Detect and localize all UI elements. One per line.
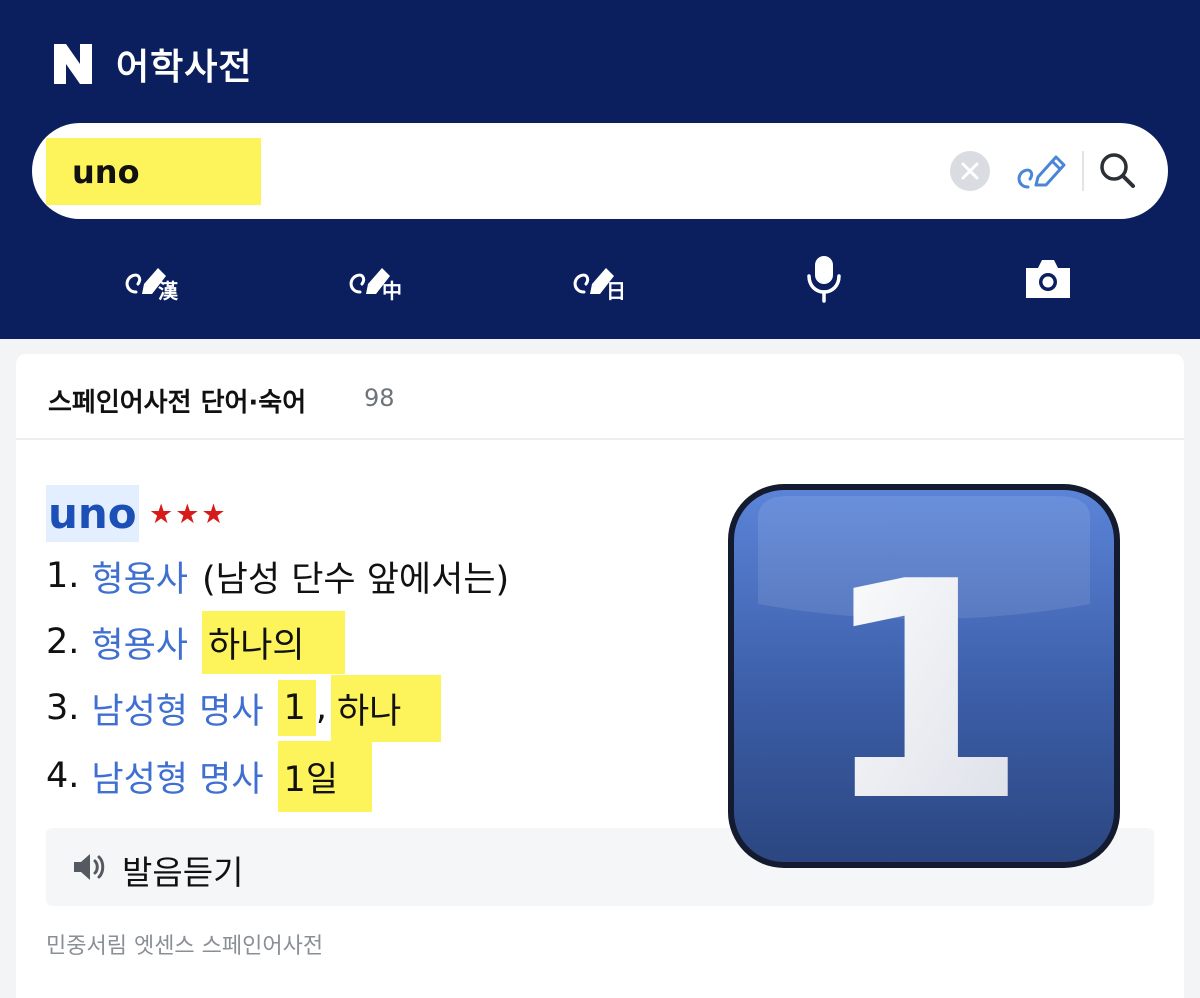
- tool-label-chinese: 中: [382, 279, 402, 303]
- entry-word[interactable]: uno: [46, 485, 139, 542]
- definition-meaning: 1일: [277, 740, 373, 812]
- part-of-speech[interactable]: 형용사: [91, 617, 188, 668]
- definition-meaning: 하나의: [202, 610, 345, 674]
- definition-number: 4.: [46, 756, 80, 796]
- keycap-digit-one-emoji: 1: [728, 484, 1120, 868]
- handwriting-chinese-icon[interactable]: 中: [348, 254, 408, 304]
- brand[interactable]: 어학사전: [52, 38, 252, 90]
- definition-separator: ,: [315, 688, 327, 728]
- dictionary-source[interactable]: 민중서림 엣센스 스페인어사전: [46, 928, 323, 960]
- part-of-speech[interactable]: 형용사: [91, 551, 188, 602]
- result-count: 98: [364, 384, 395, 412]
- handwriting-japanese-icon[interactable]: 日: [572, 254, 632, 304]
- keycap-digit: 1: [820, 518, 1029, 867]
- definition-meaning: (남성 단수 앞에서는): [202, 559, 510, 600]
- search-bar: [32, 123, 1168, 219]
- definition-number: 3.: [46, 688, 80, 728]
- naver-logo-icon: [52, 42, 94, 86]
- definition-meaning: 1: [277, 680, 316, 736]
- handwriting-icon[interactable]: [1014, 147, 1068, 195]
- app-title: 어학사전: [116, 47, 253, 88]
- clear-icon[interactable]: [950, 151, 990, 191]
- divider: [1082, 151, 1084, 191]
- definition-item: 3. 남성형 명사 1 , 하나: [46, 674, 442, 742]
- search-input[interactable]: [46, 138, 261, 205]
- listen-label: 발음듣기: [122, 853, 244, 892]
- search-icon[interactable]: [1096, 147, 1140, 193]
- definition-number: 1.: [46, 556, 80, 596]
- tool-label-hanja: 漢: [158, 279, 179, 303]
- app-header: 어학사전 漢: [0, 0, 1200, 339]
- section-title[interactable]: 스페인어사전 단어·숙어: [48, 382, 306, 419]
- importance-stars: ★★★: [149, 499, 228, 530]
- microphone-icon[interactable]: [804, 254, 844, 304]
- definition-item: 2. 형용사 하나의: [46, 610, 345, 674]
- card-header: 스페인어사전 단어·숙어 98: [16, 354, 1184, 440]
- definition-item: 4. 남성형 명사 1일: [46, 740, 373, 812]
- definition-meaning: 하나: [330, 674, 442, 742]
- tool-label-japanese: 日: [606, 279, 626, 303]
- speaker-icon: [74, 854, 105, 880]
- definition-item: 1. 형용사 (남성 단수 앞에서는): [46, 546, 509, 606]
- definition-number: 2.: [46, 622, 80, 662]
- camera-icon[interactable]: [1022, 254, 1074, 304]
- part-of-speech[interactable]: 남성형 명사: [91, 751, 263, 802]
- handwriting-hanja-icon[interactable]: 漢: [124, 254, 184, 304]
- part-of-speech[interactable]: 남성형 명사: [91, 683, 263, 734]
